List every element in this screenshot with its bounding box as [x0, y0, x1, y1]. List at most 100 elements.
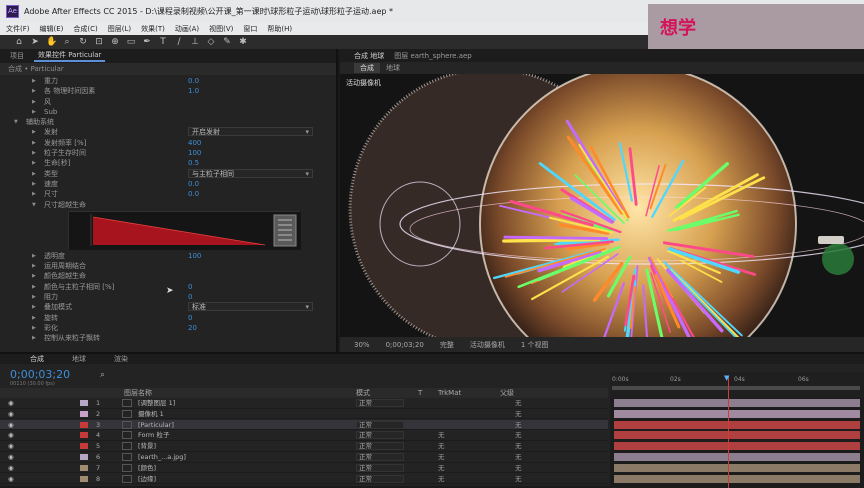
property-row[interactable]: ▶ 发射 开启发射	[0, 127, 336, 137]
timeline-search-icon[interactable]: ⌕	[100, 370, 105, 380]
size-over-life-curve-graph[interactable]	[68, 210, 301, 250]
expand-right-icon[interactable]: ▶	[32, 313, 36, 323]
property-row[interactable]: ▶ 速度 0.0	[0, 179, 336, 189]
hand-tool-icon[interactable]: ✋	[46, 37, 57, 47]
parent-select[interactable]: 无	[515, 430, 522, 440]
layer-name[interactable]: [边缘]	[138, 474, 156, 484]
expand-down-icon[interactable]: ▼	[32, 200, 36, 210]
expand-right-icon[interactable]: ▶	[32, 261, 36, 271]
property-value[interactable]: 400	[188, 138, 201, 148]
playhead[interactable]	[728, 376, 729, 488]
property-dropdown[interactable]: 标准	[188, 302, 313, 312]
property-row[interactable]: ▶ 运用周期结合	[0, 261, 336, 271]
parent-select[interactable]: 无	[515, 398, 522, 408]
property-value[interactable]: 20	[188, 323, 197, 333]
expand-right-icon[interactable]: ▶	[32, 127, 36, 137]
zoom-level-select[interactable]: 30%	[354, 341, 370, 349]
blend-mode-select[interactable]: 正常	[356, 474, 404, 483]
layer-row[interactable]: ◉ 4 Form 粒子 正常 无 无	[0, 430, 608, 441]
property-value[interactable]: 0.5	[188, 158, 199, 168]
property-row[interactable]: ▶ 颜色超越生命	[0, 271, 336, 281]
track-matte-select[interactable]: 无	[438, 452, 445, 462]
resolution-select[interactable]: 完整	[440, 340, 454, 350]
layer-row[interactable]: ◉ 5 [背景] 正常 无 无	[0, 441, 608, 452]
time-ruler[interactable]: 0:00s 02s 04s 06s	[610, 372, 864, 398]
menu-item[interactable]: 合成(C)	[73, 24, 97, 34]
visibility-eye-icon[interactable]: ◉	[8, 441, 14, 451]
label-color-swatch[interactable]	[80, 400, 88, 406]
tab-project[interactable]: 项目	[10, 51, 24, 61]
layer-row[interactable]: ◉ 6 [earth_...a.jpg] 正常 无 无	[0, 452, 608, 463]
property-row[interactable]: ▼ 尺寸超越生命	[0, 200, 336, 210]
property-row[interactable]: ▶ 彩化 20	[0, 323, 336, 333]
timeline-tab-earth[interactable]: 地球	[72, 354, 86, 364]
label-color-swatch[interactable]	[80, 475, 88, 482]
blend-mode-select[interactable]: 正常	[356, 453, 404, 461]
layer-name[interactable]: 摄像机 1	[138, 409, 164, 419]
label-color-swatch[interactable]	[80, 464, 88, 471]
property-value[interactable]: 0.0	[188, 76, 199, 86]
layer-bar[interactable]	[614, 420, 860, 429]
layer-bar[interactable]	[614, 463, 860, 472]
menu-item[interactable]: 图层(L)	[108, 24, 131, 34]
expand-right-icon[interactable]: ▶	[32, 86, 36, 96]
home-icon[interactable]: ⌂	[14, 37, 24, 47]
property-row[interactable]: ▶ 类型 与主粒子相同	[0, 168, 336, 179]
property-row[interactable]: ▶ 控制从来粒子飘转	[0, 333, 336, 343]
zoom-tool-icon[interactable]: ⌕	[62, 37, 72, 47]
parent-select[interactable]: 无	[515, 474, 522, 484]
property-row[interactable]: ▶ 发射频率 [%] 400	[0, 138, 336, 148]
timeline-timecode[interactable]: 0;00;03;20	[10, 368, 70, 381]
layer-bar[interactable]	[614, 474, 860, 483]
property-row[interactable]: ▶ Sub	[0, 107, 336, 117]
camera-tool-icon[interactable]: ⊡	[94, 37, 104, 47]
menu-item[interactable]: 视图(V)	[209, 24, 233, 34]
property-row[interactable]: ▶ 旋转 0	[0, 313, 336, 323]
timeline-tab-render[interactable]: 渲染	[114, 354, 128, 364]
property-row[interactable]: ▼ 辅助系统	[0, 117, 336, 127]
layer-bar[interactable]	[614, 453, 860, 461]
label-color-swatch[interactable]	[80, 432, 88, 439]
layer-row[interactable]: ◉ 1 [调整图层 1] 正常 无	[0, 398, 608, 409]
blend-mode-select[interactable]: 正常	[356, 442, 404, 451]
work-area-bar[interactable]	[612, 386, 860, 390]
layer-name[interactable]: [颜色]	[138, 463, 156, 473]
mask-tool-icon[interactable]: ▭	[126, 37, 136, 47]
layer-bar[interactable]	[614, 409, 860, 418]
expand-right-icon[interactable]: ▶	[32, 292, 36, 302]
expand-right-icon[interactable]: ▶	[32, 76, 36, 86]
playhead-handle-icon[interactable]: ▼	[724, 374, 729, 382]
view-layout-select[interactable]: 1 个视图	[521, 340, 549, 350]
label-color-swatch[interactable]	[80, 421, 88, 428]
menu-item[interactable]: 动画(A)	[175, 24, 199, 34]
layer-bar[interactable]	[614, 431, 860, 440]
property-dropdown[interactable]: 与主粒子相同	[188, 168, 313, 178]
blend-mode-select[interactable]: 正常	[356, 463, 404, 472]
composition-viewer[interactable]: 活动摄像机	[340, 74, 864, 337]
layer-row[interactable]: ◉ 8 [边缘] 正常 无 无	[0, 473, 608, 485]
property-row[interactable]: ▶ 粒子生存时间 100	[0, 148, 336, 158]
label-color-swatch[interactable]	[80, 443, 88, 450]
visibility-eye-icon[interactable]: ◉	[8, 452, 14, 462]
roto-brush-tool-icon[interactable]: ✎	[222, 37, 232, 47]
tab-effect-controls[interactable]: 效果控件 Particular	[34, 50, 106, 62]
expand-right-icon[interactable]: ▶	[32, 189, 36, 199]
property-value[interactable]: 0	[188, 313, 192, 323]
layer-name[interactable]: [earth_...a.jpg]	[138, 452, 186, 462]
menu-item[interactable]: 窗口	[243, 24, 257, 34]
camera-view-select[interactable]: 活动摄像机	[470, 340, 505, 350]
expand-right-icon[interactable]: ▶	[32, 148, 36, 158]
expand-right-icon[interactable]: ▶	[32, 323, 36, 333]
property-value[interactable]: 100	[188, 251, 201, 261]
expand-right-icon[interactable]: ▶	[32, 282, 36, 292]
property-row[interactable]: ▶ 生命[秒] 0.5	[0, 158, 336, 168]
expand-right-icon[interactable]: ▶	[32, 179, 36, 189]
eraser-tool-icon[interactable]: ◇	[206, 37, 216, 47]
visibility-eye-icon[interactable]: ◉	[8, 474, 14, 484]
parent-select[interactable]: 无	[515, 463, 522, 473]
puppet-tool-icon[interactable]: ✱	[238, 37, 248, 47]
layer-bar[interactable]	[614, 442, 860, 451]
expand-right-icon[interactable]: ▶	[32, 97, 36, 107]
rotate-tool-icon[interactable]: ↻	[78, 37, 88, 47]
property-value[interactable]: 100	[188, 148, 201, 158]
